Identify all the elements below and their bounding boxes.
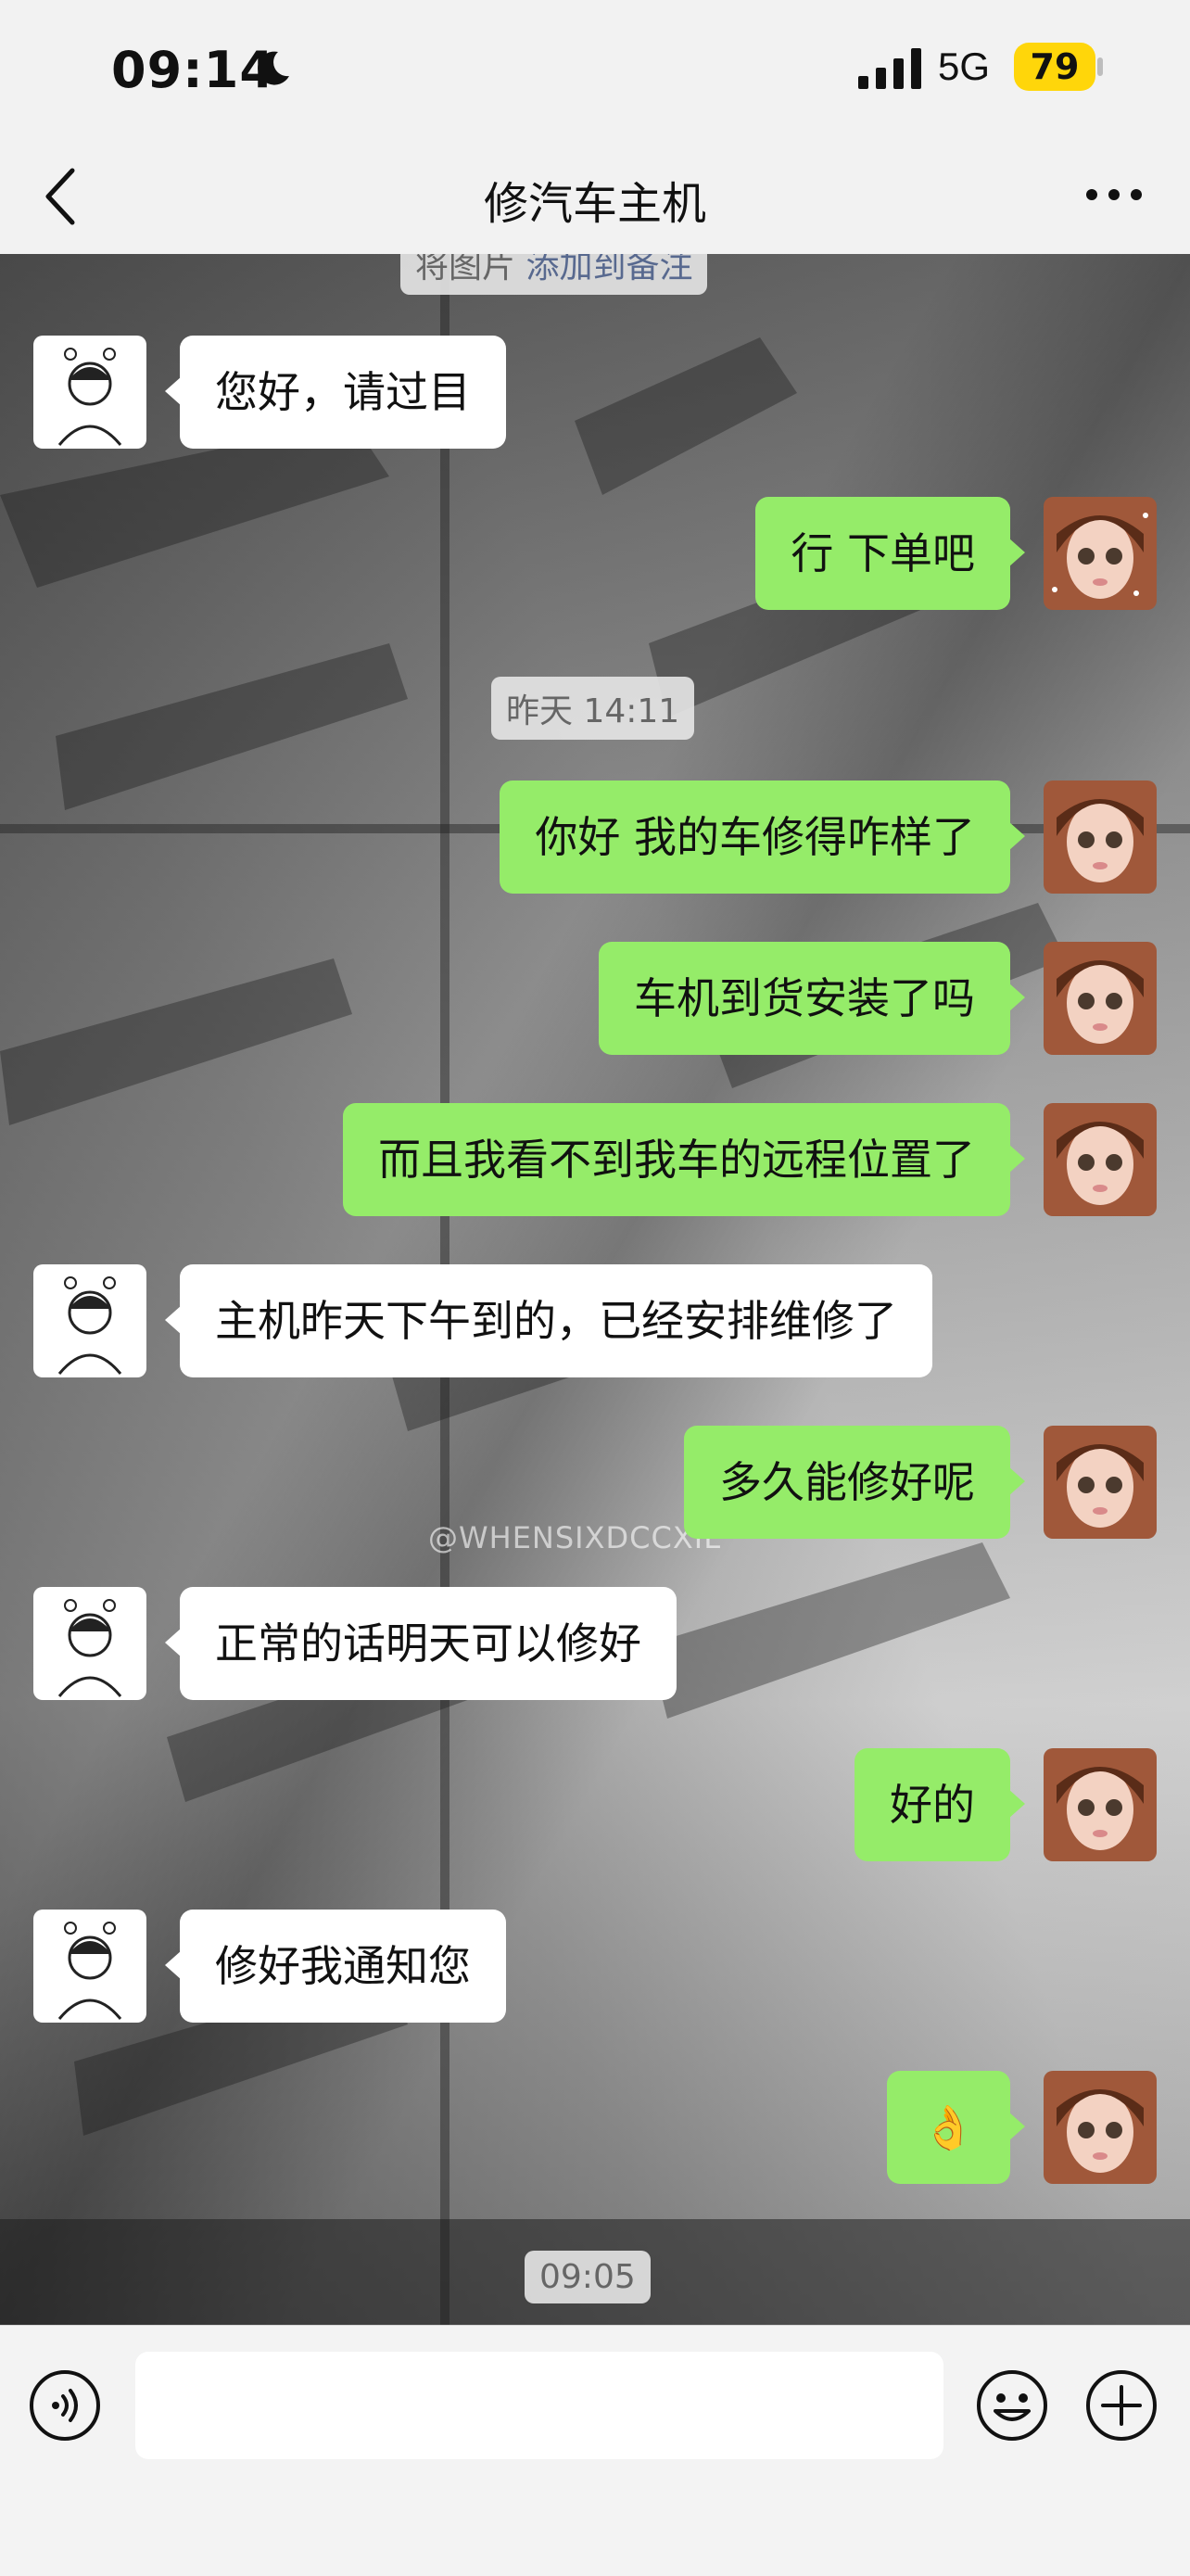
battery-icon: 79 — [1014, 43, 1095, 91]
avatar[interactable] — [1044, 1748, 1157, 1861]
avatar[interactable] — [1044, 942, 1157, 1055]
signal-icon — [858, 48, 921, 89]
avatar[interactable] — [33, 336, 146, 449]
battery-cap — [1097, 57, 1103, 76]
watermark: @WHENSIXDCCXIL — [428, 1520, 722, 1555]
chat-title: 修汽车主机 — [483, 178, 706, 230]
message-bubble[interactable]: 而且我看不到我车的远程位置了 — [343, 1103, 1025, 1216]
message-bubble[interactable]: 正常的话明天可以修好 — [165, 1587, 677, 1700]
nav-bar: 修汽车主机 — [0, 139, 1190, 255]
network-type: 5G — [938, 44, 991, 88]
avatar[interactable] — [33, 1264, 146, 1377]
status-time: 09:14 — [111, 41, 275, 99]
voice-icon[interactable] — [28, 2368, 102, 2443]
chat-area[interactable]: 将图片 添加到备注 您好，请过目 行 下单吧 昨天 14:11 你好 我的车修得… — [0, 254, 1190, 2325]
emoji-icon[interactable] — [975, 2368, 1049, 2443]
timestamp: 昨天 14:11 — [491, 677, 695, 740]
input-bar — [0, 2325, 1190, 2576]
avatar[interactable] — [1044, 1103, 1157, 1216]
message-bubble[interactable]: 你好 我的车修得咋样了 — [500, 780, 1025, 894]
more-dots-icon[interactable] — [1084, 184, 1144, 206]
status-bar: 09:14 5G 79 — [0, 0, 1190, 139]
add-note-link[interactable]: 添加到备注 — [525, 254, 692, 286]
avatar[interactable] — [1044, 2071, 1157, 2184]
avatar[interactable] — [33, 1587, 146, 1700]
message-bubble[interactable]: 行 下单吧 — [755, 497, 1025, 610]
message-bubble[interactable]: 多久能修好呢 — [684, 1426, 1025, 1539]
message-bubble[interactable]: 👌 — [886, 2071, 1026, 2184]
timestamp: 09:05 — [525, 2251, 651, 2303]
avatar[interactable] — [1044, 497, 1157, 610]
message-bubble[interactable]: 好的 — [855, 1748, 1025, 1861]
plus-icon[interactable] — [1084, 2368, 1158, 2443]
message-bubble[interactable]: 车机到货安装了吗 — [599, 942, 1025, 1055]
message-input[interactable] — [135, 2352, 943, 2459]
moon-icon — [258, 51, 289, 85]
message-bubble[interactable]: 主机昨天下午到的，已经安排维修了 — [165, 1264, 932, 1377]
add-note-banner[interactable]: 将图片 添加到备注 — [400, 254, 708, 295]
avatar[interactable] — [1044, 1426, 1157, 1539]
message-bubble[interactable]: 您好，请过目 — [165, 336, 506, 449]
avatar[interactable] — [33, 1910, 146, 2023]
message-bubble[interactable]: 修好我通知您 — [165, 1910, 506, 2023]
avatar[interactable] — [1044, 780, 1157, 894]
banner-text: 将图片 — [415, 254, 516, 286]
